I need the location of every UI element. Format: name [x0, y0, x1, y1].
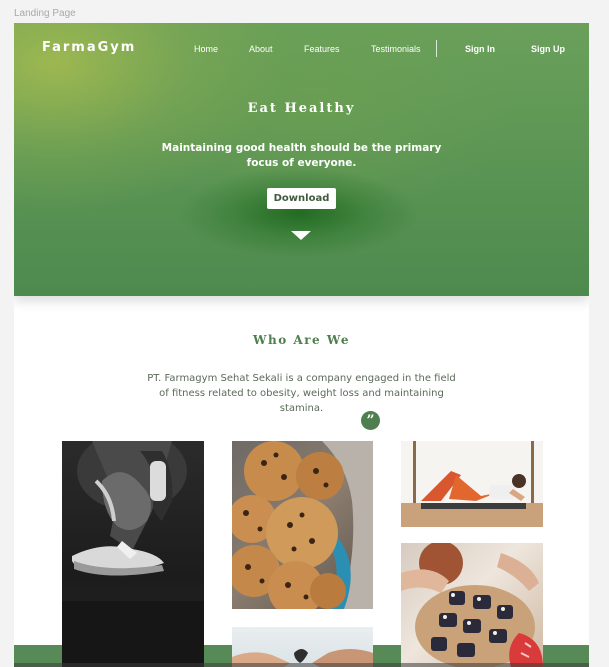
quote-icon: ” [361, 411, 380, 430]
hero-subtitle: Maintaining good health should be the pr… [161, 142, 442, 169]
sign-up-link[interactable]: Sign Up [531, 44, 565, 54]
yoga-photo [401, 441, 543, 527]
scroll-down-icon[interactable] [291, 231, 311, 240]
hero-section: FarmaGym Home About Features Testimonial… [14, 23, 589, 296]
landing-page: FarmaGym Home About Features Testimonial… [14, 23, 589, 667]
sign-in-link[interactable]: Sign In [465, 44, 495, 54]
nav-features-link[interactable]: Features [304, 44, 340, 54]
download-button[interactable]: Download [267, 188, 336, 209]
nav-about-link[interactable]: About [249, 44, 273, 54]
hands-photo [232, 627, 373, 667]
bottom-divider [14, 663, 589, 667]
nav-home-link[interactable]: Home [194, 44, 218, 54]
frame-label: Landing Page [14, 8, 76, 19]
healthy-food-photo [401, 543, 543, 667]
brand-logo[interactable]: FarmaGym [42, 40, 136, 55]
nav-testimonials-link[interactable]: Testimonials [371, 44, 421, 54]
nav-divider [436, 40, 437, 57]
hero-title: Eat Healthy [247, 101, 356, 116]
cookies-photo [232, 441, 373, 609]
athlete-shoe-photo [62, 441, 204, 667]
about-description: PT. Farmagym Sehat Sekali is a company e… [147, 373, 456, 414]
about-section-title: Who Are We [253, 333, 350, 347]
